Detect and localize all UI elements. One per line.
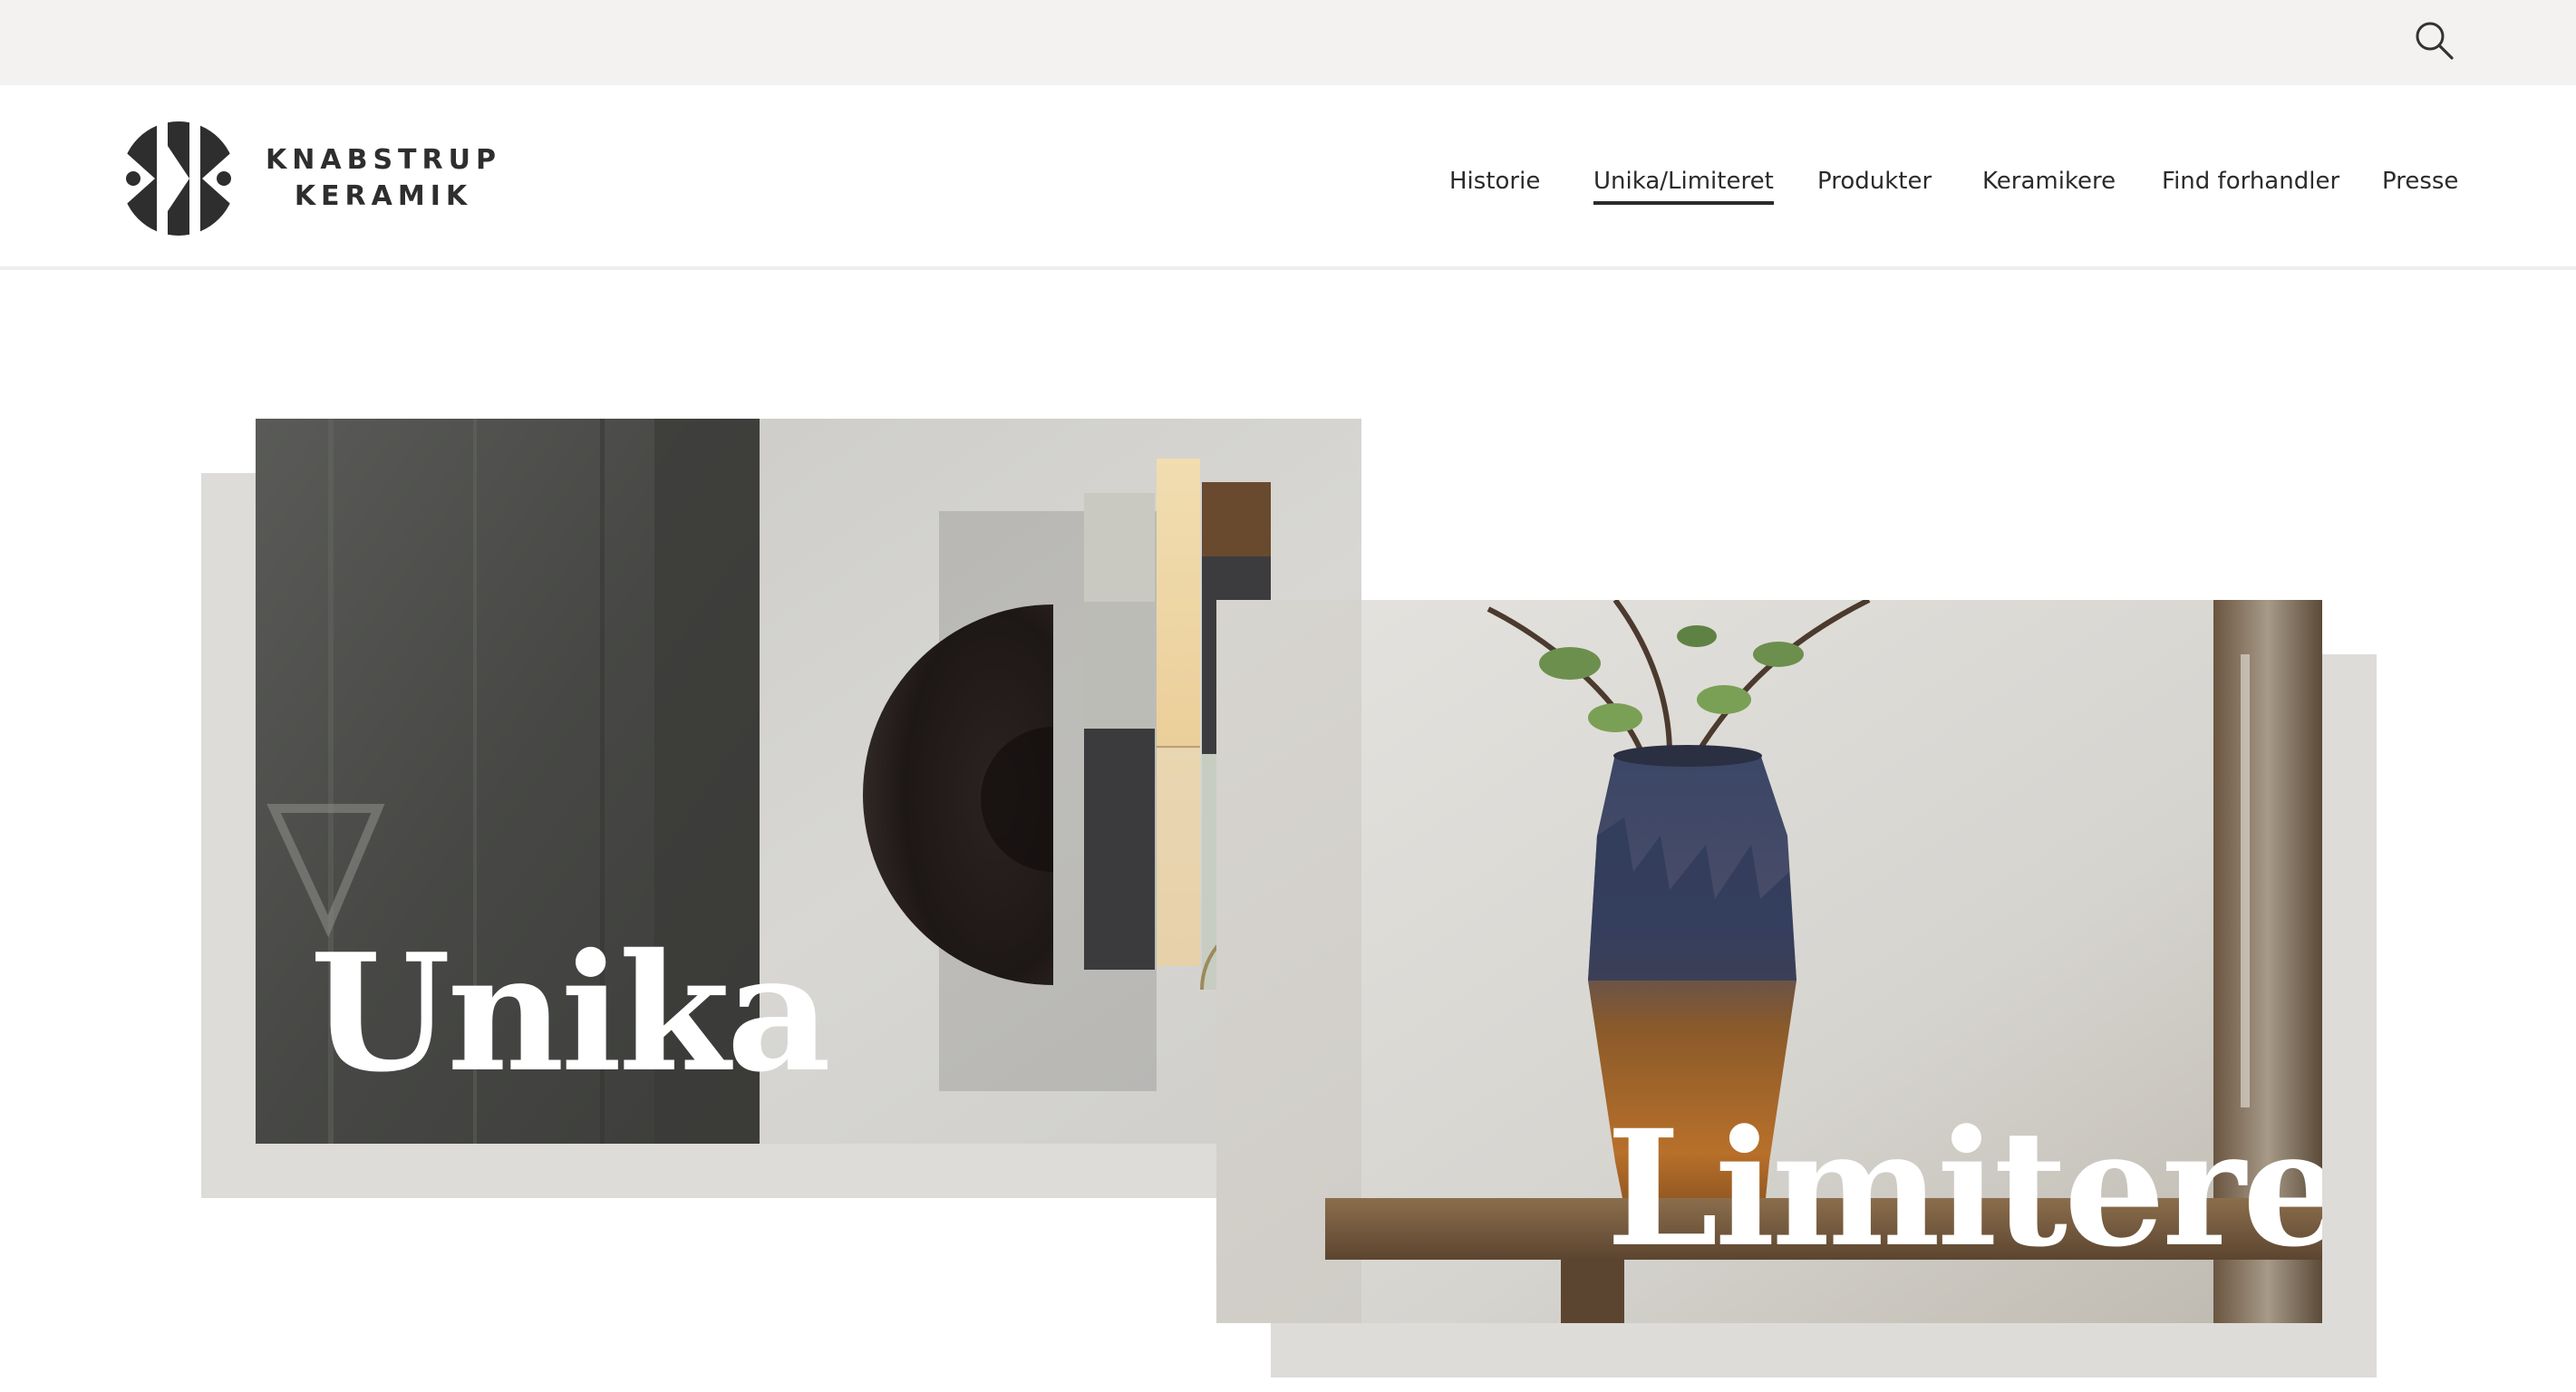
search-icon [2416,22,2454,60]
search-button[interactable] [2414,20,2455,62]
nav-item-unika-limiteret[interactable]: Unika/Limiteret [1593,161,1774,205]
nav-item-produkter[interactable]: Produkter [1817,161,1932,201]
nav-item-keramikere[interactable]: Keramikere [1982,161,2116,201]
main-navigation: Historie Unika/Limiteret Produkter Keram… [0,161,2576,207]
nav-item-presse[interactable]: Presse [2382,161,2458,201]
nav-item-find-forhandler[interactable]: Find forhandler [2162,161,2339,201]
nav-item-historie[interactable]: Historie [1449,161,1540,201]
unika-title: Unika [310,918,831,1107]
unika-card[interactable]: Unika [256,419,1361,1144]
limiteret-card[interactable]: Limiteret [1216,600,2322,1323]
top-utility-bar [0,0,2576,85]
limiteret-title: Limiteret [1606,1095,2322,1282]
